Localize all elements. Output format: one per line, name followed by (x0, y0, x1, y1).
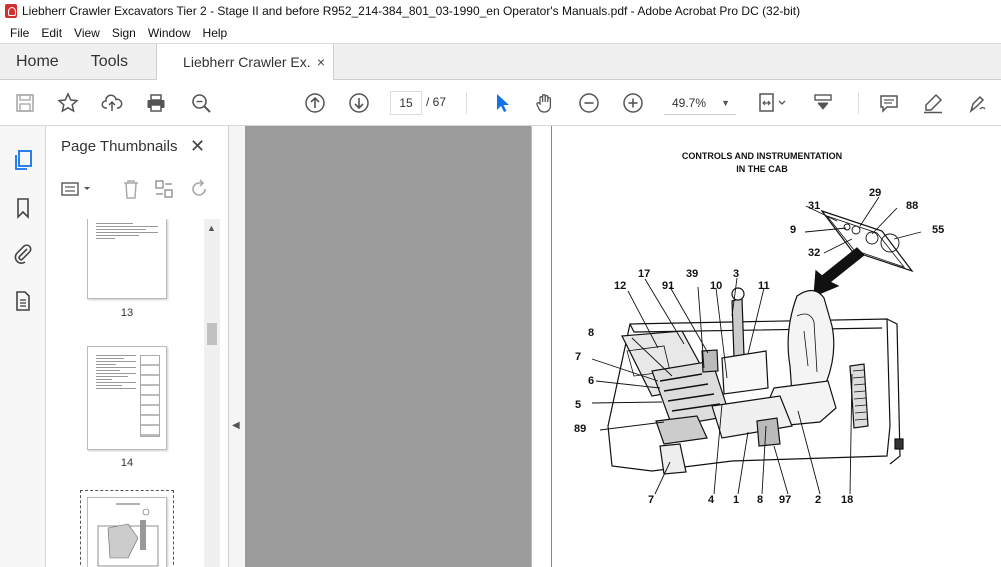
thumbnail-scrollbar[interactable]: ▲ (204, 219, 220, 567)
thumbnail-label: 14 (120, 457, 134, 469)
callout-label: 8 (757, 494, 764, 506)
callout-label: 17 (638, 268, 651, 280)
hand-tool-icon[interactable] (532, 90, 558, 116)
thumbnail-label: 13 (120, 307, 134, 319)
delete-page-icon[interactable] (120, 178, 142, 200)
callout-label: 97 (779, 494, 792, 506)
callout-label: 2 (815, 494, 822, 506)
callout-label: 6 (588, 375, 595, 387)
close-panel-icon[interactable]: ✕ (190, 136, 205, 157)
thumbnail-page-15[interactable] (87, 497, 167, 567)
thumbnail-options-icon[interactable] (60, 178, 98, 200)
bookmark-star-icon[interactable] (55, 90, 81, 116)
callout-label: 89 (574, 423, 587, 435)
upload-cloud-icon[interactable] (99, 90, 125, 116)
scroll-up-icon[interactable]: ▲ (207, 223, 216, 233)
callout-label: 55 (932, 224, 945, 236)
acrobat-icon (5, 4, 17, 18)
callout-label: 8 (588, 327, 595, 339)
callout-label: 18 (841, 494, 854, 506)
thumbnail-page-13[interactable] (87, 219, 167, 299)
callout-label: 31 (808, 200, 821, 212)
zoom-level-value: 49.7% (672, 96, 707, 110)
extract-pages-icon[interactable] (153, 178, 175, 200)
attachments-paperclip-icon[interactable] (11, 242, 35, 266)
zoom-search-icon[interactable] (188, 90, 214, 116)
callout-label: 7 (575, 351, 582, 363)
menu-edit[interactable]: Edit (35, 26, 68, 40)
thumbnail-text-lines (96, 223, 158, 241)
page-number-input[interactable]: 15 (390, 91, 422, 115)
tab-document[interactable]: Liebherr Crawler Ex... × (156, 44, 335, 80)
tab-tools[interactable]: Tools (75, 44, 156, 79)
menu-help[interactable]: Help (197, 26, 234, 40)
callout-label: 3 (733, 268, 740, 280)
window-title: Liebherr Crawler Excavators Tier 2 - Sta… (22, 4, 801, 18)
document-page: CONTROLS AND INSTRUMENTATION IN THE CAB (551, 126, 1001, 567)
callout-label: 29 (869, 187, 882, 199)
sign-fountain-pen-icon[interactable] (964, 90, 990, 116)
callout-label: 12 (614, 280, 627, 292)
thumbnail-figure (140, 355, 160, 437)
save-icon[interactable] (12, 90, 38, 116)
chevron-down-icon: ▼ (721, 98, 730, 108)
zoom-level-select[interactable]: 49.7% ▼ (664, 91, 736, 115)
tab-document-label: Liebherr Crawler Ex... (183, 54, 312, 70)
toolbar-separator (858, 92, 859, 114)
callout-label: 32 (808, 247, 821, 259)
rotate-page-icon[interactable] (188, 178, 210, 200)
viewer-page-gap (531, 126, 551, 567)
page-thumbnails-panel: Page Thumbnails ✕ 13 14 ▲ (46, 126, 229, 567)
thumbnail-text-lines (96, 355, 136, 391)
callout-label: 39 (686, 268, 699, 280)
callout-label: 5 (575, 399, 582, 411)
collapse-panel-handle[interactable]: ◀ (229, 126, 245, 567)
thumbnail-page-14[interactable] (87, 346, 167, 450)
chevron-left-icon: ◀ (232, 420, 240, 431)
callout-label: 9 (790, 224, 797, 236)
toolbar-separator (466, 92, 467, 114)
scroll-mode-icon[interactable] (810, 90, 836, 116)
page-total: / 67 (426, 95, 447, 109)
scrollbar-thumb[interactable] (207, 323, 217, 345)
document-properties-icon[interactable] (11, 289, 35, 313)
tab-close-icon[interactable]: × (317, 54, 325, 70)
callout-label: 10 (710, 280, 723, 292)
tab-home[interactable]: Home (0, 44, 75, 79)
callout-label: 91 (662, 280, 675, 292)
next-page-icon[interactable] (346, 90, 372, 116)
menu-bar: File Edit View Sign Window Help (0, 22, 1001, 43)
zoom-in-icon[interactable] (620, 90, 646, 116)
print-icon[interactable] (143, 90, 169, 116)
page-thumbnails-icon[interactable] (11, 148, 35, 172)
page-fit-icon[interactable] (754, 90, 790, 116)
previous-page-icon[interactable] (302, 90, 328, 116)
cab-controls-diagram (591, 196, 922, 495)
thumbnail-figure (97, 503, 159, 567)
callout-label: 88 (906, 200, 919, 212)
callout-label: 1 (733, 494, 740, 506)
callout-label: 7 (648, 494, 655, 506)
menu-view[interactable]: View (68, 26, 106, 40)
title-bar: Liebherr Crawler Excavators Tier 2 - Sta… (0, 0, 1001, 22)
thumbnail-tools (46, 174, 229, 206)
callout-label: 4 (708, 494, 715, 506)
panel-title: Page Thumbnails (61, 138, 178, 155)
menu-file[interactable]: File (4, 26, 35, 40)
menu-window[interactable]: Window (142, 26, 197, 40)
viewer-background (245, 126, 531, 567)
select-cursor-icon[interactable] (489, 90, 515, 116)
callout-label: 11 (758, 280, 770, 292)
zoom-out-icon[interactable] (576, 90, 602, 116)
highlight-pen-icon[interactable] (920, 90, 946, 116)
tab-bar: Home Tools Liebherr Crawler Ex... × (0, 43, 1001, 80)
main-toolbar: 15 / 67 49.7% ▼ (0, 80, 1001, 126)
comment-icon[interactable] (876, 90, 902, 116)
left-nav-rail (0, 126, 46, 567)
bookmarks-icon[interactable] (11, 196, 35, 220)
menu-sign[interactable]: Sign (106, 26, 142, 40)
